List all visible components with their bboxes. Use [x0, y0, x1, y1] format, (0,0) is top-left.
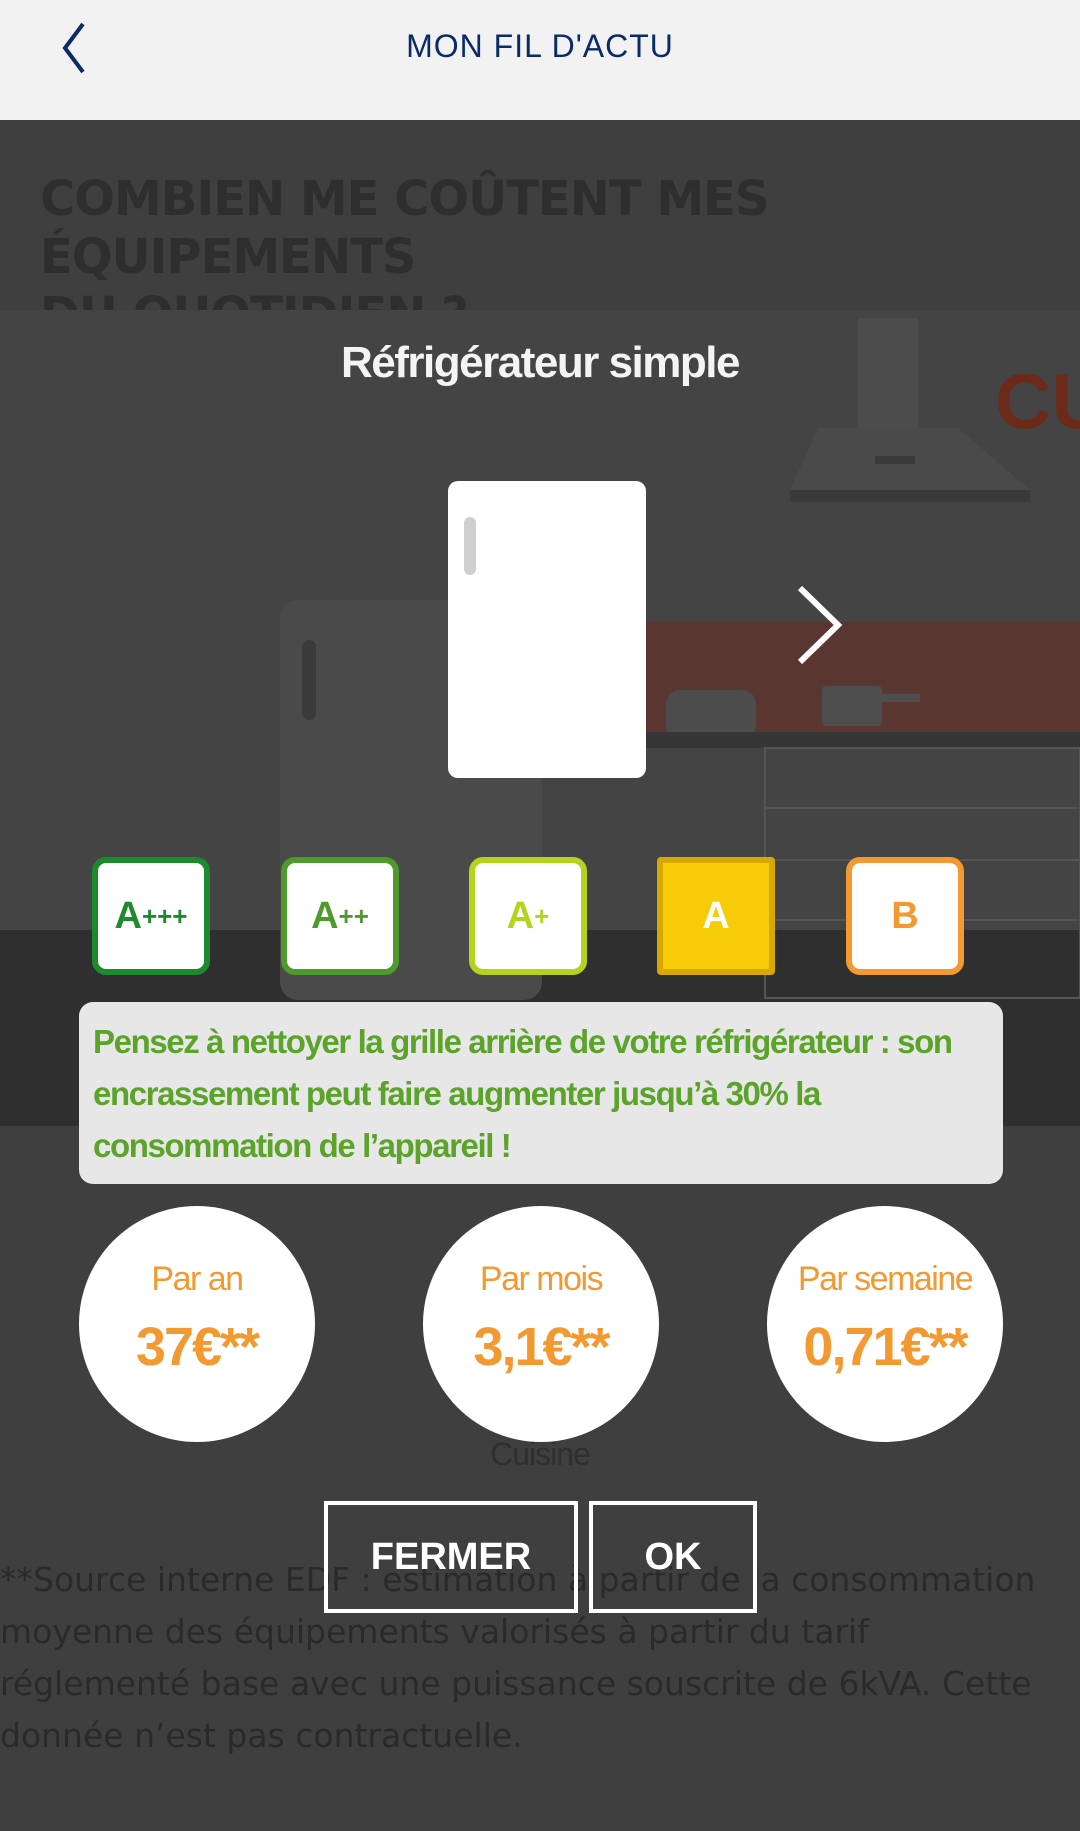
energy-tip: Pensez à nettoyer la grille arrière de v… [79, 1002, 1003, 1184]
cost-label: Par semaine [797, 1260, 974, 1298]
energy-class-suffix: + [534, 900, 550, 931]
energy-class-button[interactable]: B [846, 857, 964, 975]
cost-label: Par an [151, 1260, 244, 1298]
cost-per-month: Par mois 3,1€** [423, 1206, 659, 1442]
ok-button[interactable]: OK [589, 1501, 757, 1613]
energy-class-letter: A [311, 894, 339, 937]
fridge-icon [448, 481, 646, 778]
chevron-right-icon[interactable] [790, 580, 850, 670]
energy-class-button[interactable]: A ++ [281, 857, 399, 975]
energy-class-button[interactable]: A +++ [92, 857, 210, 975]
app-header: MON FIL D'ACTU [0, 0, 1080, 120]
fridge-handle [464, 517, 476, 575]
energy-class-button[interactable]: A + [469, 857, 587, 975]
modal-title: Réfrigérateur simple [341, 338, 740, 387]
energy-class-button[interactable]: A [657, 857, 775, 975]
energy-class-letter: A [702, 894, 730, 937]
cost-value: 3,1€** [473, 1317, 610, 1377]
header-title: MON FIL D'ACTU [406, 28, 674, 64]
energy-class-letter: B [891, 894, 919, 937]
cost-per-week: Par semaine 0,71€** [767, 1206, 1003, 1442]
cost-value: 37€** [135, 1317, 260, 1377]
energy-class-selector: A +++ A ++ A + A B [0, 857, 1080, 975]
cost-per-year: Par an 37€** [79, 1206, 315, 1442]
energy-class-suffix: +++ [141, 900, 188, 931]
cost-label: Par mois [479, 1260, 604, 1298]
background-title-line1: COMBIEN ME COÛTENT MES ÉQUIPEMENTS [40, 171, 769, 285]
energy-class-letter: A [506, 894, 535, 937]
cost-value: 0,71€** [803, 1317, 968, 1377]
energy-class-letter: A [114, 894, 142, 937]
close-button[interactable]: FERMER [324, 1501, 578, 1613]
energy-class-suffix: ++ [338, 900, 369, 931]
